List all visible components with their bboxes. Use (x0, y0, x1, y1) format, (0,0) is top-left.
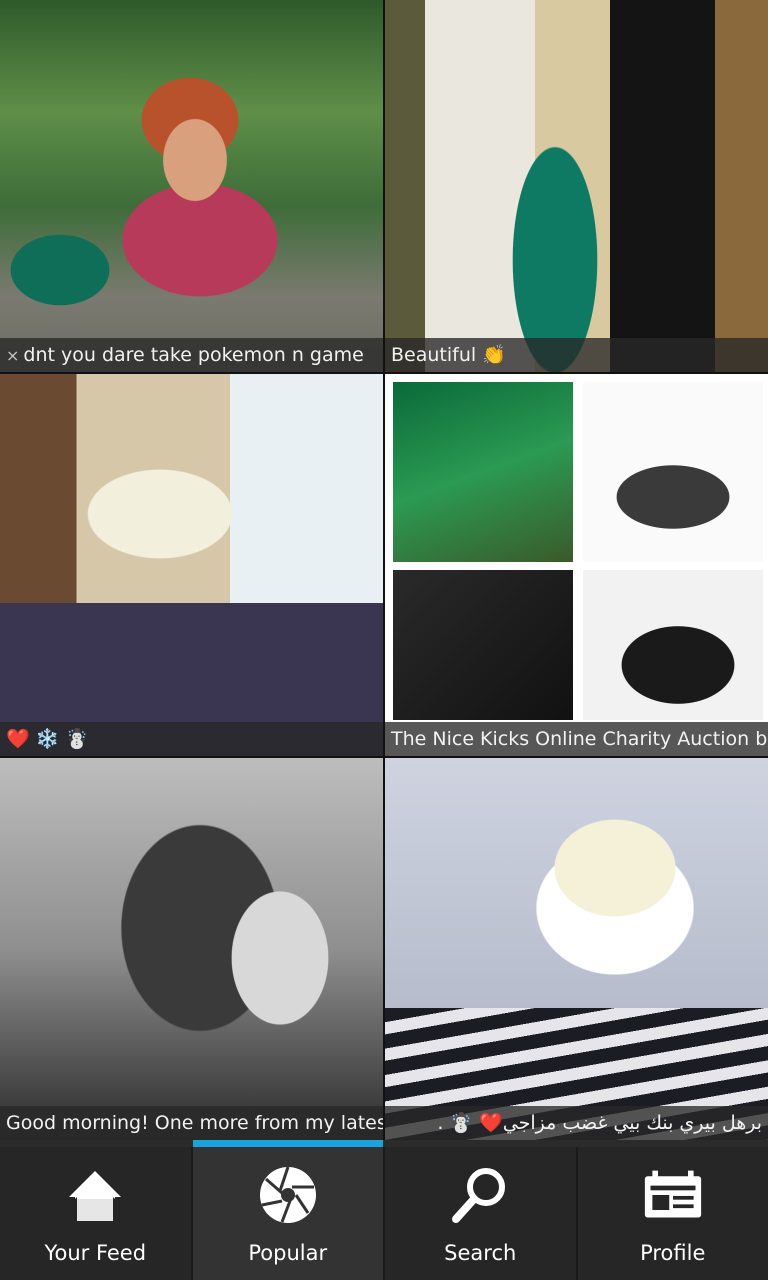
tab-label: Your Feed (44, 1241, 147, 1265)
photo-tile[interactable]: ❤️ ❄️ ☃️ (0, 374, 383, 756)
photo-tile[interactable]: ‏برهل بيري بنك بيي غضب مزاجي❤️ ☃️ . (385, 758, 768, 1140)
photo-tile[interactable]: The Nice Kicks Online Charity Auction be (385, 374, 768, 756)
caption-text: ‏برهل بيري بنك بيي غضب مزاجي❤️ ☃️ . (437, 1112, 762, 1134)
collage-book-image (393, 570, 573, 720)
profile-card-icon (643, 1165, 703, 1225)
bottom-tab-bar: Your Feed Popular Search Profile (0, 1147, 768, 1280)
tab-your-feed[interactable]: Your Feed (0, 1147, 193, 1280)
photo-image (0, 0, 383, 372)
active-tab-indicator (193, 1140, 383, 1147)
tab-search[interactable]: Search (385, 1147, 578, 1280)
photo-image (385, 758, 768, 1140)
tab-indicator-strip (0, 1140, 768, 1147)
photo-caption: ‏برهل بيري بنك بيي غضب مزاجي❤️ ☃️ . (385, 1106, 768, 1140)
collage-sneaker-image (393, 382, 573, 562)
collage-boardgame-image (583, 382, 763, 562)
caption-glyph: ⨯ (6, 346, 20, 365)
photo-image (385, 0, 768, 372)
photo-caption: The Nice Kicks Online Charity Auction be (385, 722, 768, 756)
tab-profile[interactable]: Profile (578, 1147, 768, 1280)
photo-caption: ⨯ dnt you dare take pokemon n game (0, 338, 383, 372)
photo-tile[interactable]: ⨯ dnt you dare take pokemon n game (0, 0, 383, 372)
caption-text: ❤️ ❄️ ☃️ (6, 728, 90, 750)
caption-text: Beautiful 👏 (391, 344, 506, 366)
tab-label: Popular (248, 1241, 328, 1265)
caption-text: dnt you dare take pokemon n game (23, 344, 364, 366)
collage-boot-image (583, 570, 763, 720)
photo-tile[interactable]: Beautiful 👏 (385, 0, 768, 372)
photo-caption: ❤️ ❄️ ☃️ (0, 722, 383, 756)
popular-photo-grid: ⨯ dnt you dare take pokemon n game Beauti… (0, 0, 768, 1140)
photo-tile[interactable]: Good morning! One more from my lates (0, 758, 383, 1140)
photo-caption: Good morning! One more from my lates (0, 1106, 383, 1140)
search-icon (450, 1165, 510, 1225)
photo-image (0, 374, 383, 756)
caption-text: Good morning! One more from my lates (6, 1112, 383, 1134)
home-icon (65, 1165, 125, 1225)
photo-image (0, 758, 383, 1140)
photo-caption: Beautiful 👏 (385, 338, 768, 372)
caption-text: The Nice Kicks Online Charity Auction be (391, 728, 768, 750)
aperture-icon (258, 1165, 318, 1225)
tab-label: Profile (640, 1241, 706, 1265)
tab-popular[interactable]: Popular (192, 1147, 385, 1280)
tab-label: Search (444, 1241, 517, 1265)
